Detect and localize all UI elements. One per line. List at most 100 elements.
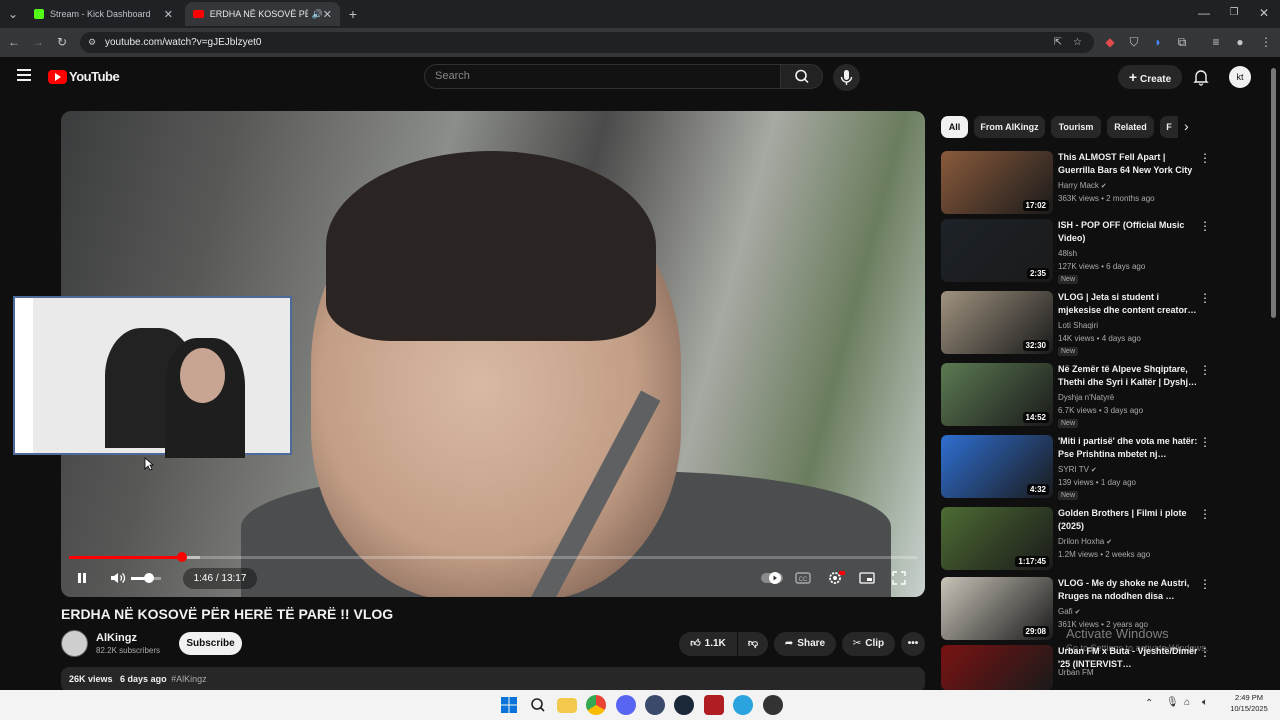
hashtag-link[interactable]: #AlKingz — [171, 674, 207, 684]
search-input[interactable]: Search — [424, 64, 781, 89]
clip-button[interactable]: ✂ Clip — [842, 632, 895, 656]
steam-icon[interactable] — [674, 695, 694, 715]
recommendation-channel[interactable]: SYRI TV ✔ — [1058, 465, 1097, 474]
close-tab-icon[interactable]: ✕ — [164, 8, 173, 21]
recommendation-channel[interactable]: 48lsh — [1058, 249, 1077, 258]
search-icon[interactable] — [528, 695, 548, 715]
channel-avatar[interactable] — [61, 630, 88, 657]
subscribe-button[interactable]: Subscribe — [179, 632, 242, 655]
recommendation-item[interactable]: 14:52 Në Zemër të Alpeve Shqiptare, Theth… — [941, 363, 1261, 428]
extension-blue-icon[interactable]: ◗ — [1150, 34, 1166, 50]
video-thumbnail[interactable]: 4:32 — [941, 435, 1053, 498]
forward-icon[interactable]: → — [30, 34, 46, 50]
windows-start-icon[interactable] — [499, 695, 519, 715]
tab-youtube-video[interactable]: ERDHA NË KOSOVË PËR HE 🔊 ✕ — [185, 2, 340, 26]
system-clock[interactable]: 2:49 PM 10/15/2025 — [1222, 692, 1276, 714]
restore-icon[interactable]: ❐ — [1226, 5, 1242, 21]
speaker-icon[interactable]: 🔊 — [312, 9, 323, 20]
hamburger-menu-icon[interactable] — [17, 69, 31, 81]
video-thumbnail[interactable]: 29:08 — [941, 577, 1053, 640]
more-options-icon[interactable]: ⋮ — [1199, 363, 1211, 377]
channel-name[interactable]: AlKingz — [96, 632, 137, 644]
more-options-icon[interactable]: ⋮ — [1199, 151, 1211, 165]
tab-kick-dashboard[interactable]: Stream - Kick Dashboard ✕ — [26, 2, 181, 26]
video-thumbnail[interactable] — [941, 645, 1053, 690]
recommendation-title[interactable]: Në Zemër të Alpeve Shqiptare, Thethi dhe… — [1058, 363, 1198, 389]
progress-scrubber[interactable] — [176, 552, 187, 562]
youtube-logo[interactable]: YouTube — [48, 69, 120, 84]
chip-all[interactable]: All — [941, 116, 968, 138]
chip-related[interactable]: Related — [1107, 116, 1154, 138]
recommendation-title[interactable]: ISH - POP OFF (Official Music Video) — [1058, 219, 1198, 245]
extension-red-icon[interactable]: ◆ — [1102, 34, 1118, 50]
create-button[interactable]: + Create — [1118, 65, 1182, 89]
recommendation-title[interactable]: Golden Brothers | Filmi i plote (2025) — [1058, 507, 1198, 533]
recommendation-item[interactable]: 2:35 ISH - POP OFF (Official Music Video)… — [941, 219, 1261, 284]
recommendation-item[interactable]: 4:32 'Miti i partisë' dhe vota me hatër: … — [941, 435, 1261, 500]
address-bar[interactable]: ⚙ youtube.com/watch?v=gJEJblzyet0 ⇱ ☆ — [80, 32, 1094, 53]
file-explorer-icon[interactable] — [557, 698, 577, 713]
extensions-puzzle-icon[interactable]: ⧉ — [1174, 34, 1190, 50]
autoplay-toggle[interactable] — [760, 569, 784, 592]
recommendation-title[interactable]: VLOG | Jeta si student i mjekesise dhe c… — [1058, 291, 1198, 317]
microphone-tray-icon[interactable]: 🎙︎ — [1166, 697, 1179, 708]
app-globe-icon[interactable] — [645, 695, 665, 715]
more-options-icon[interactable]: ⋮ — [1199, 219, 1211, 233]
recommendation-item[interactable]: 1:17:45 Golden Brothers | Filmi i plote (… — [941, 507, 1261, 571]
chevron-right-icon[interactable]: › — [1184, 118, 1189, 134]
dislike-button[interactable]: 👎︎ — [738, 632, 768, 656]
telegram-icon[interactable] — [733, 695, 753, 715]
share-button[interactable]: ➦ Share — [774, 632, 836, 656]
mute-button[interactable] — [108, 568, 128, 593]
recommendation-title[interactable]: 'Miti i partisë' dhe vota me hatër: Pse … — [1058, 435, 1198, 461]
more-options-icon[interactable]: ⋮ — [1199, 577, 1211, 591]
speaker-tray-icon[interactable]: 🔈︎ — [1202, 697, 1208, 708]
close-tab-icon[interactable]: ✕ — [323, 8, 332, 21]
minimize-icon[interactable]: — — [1196, 5, 1212, 21]
like-button[interactable]: 👍︎ 1.1K — [679, 632, 737, 656]
recommendation-title[interactable]: This ALMOST Fell Apart | Guerrilla Bars … — [1058, 151, 1198, 177]
video-thumbnail[interactable]: 1:17:45 — [941, 507, 1053, 570]
more-options-icon[interactable]: ⋮ — [1199, 507, 1211, 521]
shield-app-icon[interactable] — [704, 695, 724, 715]
video-thumbnail[interactable]: 14:52 — [941, 363, 1053, 426]
more-options-icon[interactable]: ⋮ — [1199, 291, 1211, 305]
more-options-icon[interactable]: ⋮ — [1199, 435, 1211, 449]
recommendation-channel[interactable]: Loti Shaqiri — [1058, 321, 1098, 330]
bookmark-star-icon[interactable]: ☆ — [1073, 32, 1082, 53]
page-scrollbar[interactable] — [1271, 68, 1276, 318]
voice-search-button[interactable] — [833, 64, 860, 91]
search-button[interactable] — [780, 64, 823, 89]
chip-more[interactable]: F — [1160, 116, 1178, 138]
recommendation-item[interactable]: 17:02 This ALMOST Fell Apart | Guerrilla … — [941, 151, 1261, 215]
captions-button[interactable]: CC — [794, 569, 812, 592]
close-window-icon[interactable]: ✕ — [1256, 5, 1272, 21]
video-thumbnail[interactable]: 2:35 — [941, 219, 1053, 282]
video-thumbnail[interactable]: 32:30 — [941, 291, 1053, 354]
chrome-icon[interactable] — [586, 695, 606, 715]
recommendation-title[interactable]: VLOG - Me dy shoke ne Austri, Rruges na … — [1058, 577, 1198, 603]
tab-search-chevron-icon[interactable]: ⌄ — [5, 6, 21, 22]
profile-icon[interactable]: ● — [1232, 34, 1248, 50]
miniplayer-button[interactable] — [858, 569, 876, 592]
chip-tourism[interactable]: Tourism — [1051, 116, 1101, 138]
recommendation-item[interactable]: 32:30 VLOG | Jeta si student i mjekesise … — [941, 291, 1261, 356]
account-avatar[interactable]: kt — [1229, 66, 1251, 88]
progress-bar[interactable] — [69, 552, 917, 562]
notifications-bell-icon[interactable] — [1192, 68, 1210, 86]
discord-icon[interactable] — [616, 695, 636, 715]
new-tab-icon[interactable]: + — [345, 6, 361, 22]
recommendation-channel[interactable]: Gafi ✔ — [1058, 607, 1080, 616]
pause-button[interactable] — [72, 568, 92, 593]
site-info-icon[interactable]: ⚙ — [88, 32, 96, 53]
video-thumbnail[interactable]: 17:02 — [941, 151, 1053, 214]
more-actions-button[interactable]: ••• — [901, 632, 925, 656]
description-box[interactable]: 26K views 6 days ago #AlKingz — [61, 667, 925, 692]
recommendation-channel[interactable]: Urban FM — [1058, 668, 1094, 677]
menu-kebab-icon[interactable]: ⋮ — [1258, 34, 1274, 50]
network-icon[interactable]: ⌂ — [1184, 697, 1190, 708]
back-icon[interactable]: ← — [6, 34, 22, 50]
recommendation-channel[interactable]: Dyshja n'Natyrë — [1058, 393, 1114, 402]
reload-icon[interactable]: ↻ — [54, 34, 70, 50]
media-queue-icon[interactable]: ≡ — [1208, 34, 1224, 50]
